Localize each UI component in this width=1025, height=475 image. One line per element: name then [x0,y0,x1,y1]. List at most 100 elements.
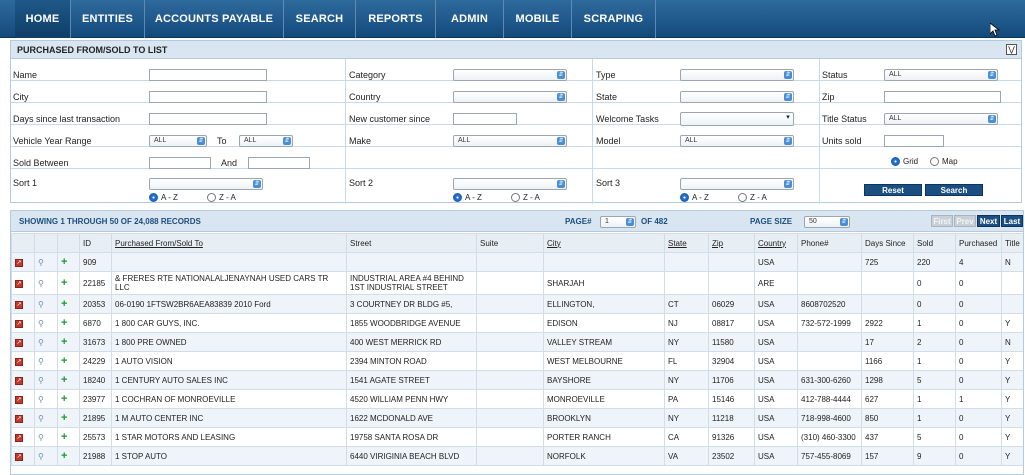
add-cell[interactable]: + [57,408,80,428]
add-icon[interactable]: + [61,374,67,386]
edit-cell[interactable]: ↗ [11,271,35,295]
edit-icon[interactable]: ↗ [15,434,23,442]
new-customer-input[interactable] [453,113,517,125]
magnifier-icon[interactable]: ⚲ [38,300,44,309]
sort1-az-radio[interactable]: A - Z [149,193,178,203]
edit-icon[interactable]: ↗ [15,377,23,385]
state-select[interactable]: ⇵ [680,91,794,103]
view-cell[interactable]: ⚲ [34,370,58,390]
magnifier-icon[interactable]: ⚲ [38,433,44,442]
sold-from-input[interactable] [149,157,211,169]
sort1-za-radio[interactable]: Z - A [207,193,236,203]
view-cell[interactable]: ⚲ [34,332,58,352]
add-cell[interactable]: + [57,294,80,314]
add-icon[interactable]: + [61,355,67,367]
column-header-state[interactable]: State [664,233,709,253]
edit-cell[interactable]: ↗ [11,252,35,272]
sort3-az-radio[interactable]: A - Z [680,193,709,203]
edit-cell[interactable]: ↗ [11,446,35,466]
add-cell[interactable]: + [57,351,80,371]
add-cell[interactable]: + [57,271,80,295]
view-cell[interactable]: ⚲ [34,271,58,295]
last-page-button[interactable]: Last [1001,215,1023,227]
edit-icon[interactable]: ↗ [15,358,23,366]
add-icon[interactable]: + [61,336,67,348]
edit-cell[interactable]: ↗ [11,313,35,333]
collapse-icon[interactable]: ⋁ [1006,44,1017,55]
edit-cell[interactable]: ↗ [11,427,35,447]
add-cell[interactable]: + [57,446,80,466]
edit-icon[interactable]: ↗ [15,320,23,328]
edit-cell[interactable]: ↗ [11,351,35,371]
welcome-tasks-select[interactable]: ▾ [680,112,794,126]
nav-reports[interactable]: REPORTS [356,0,436,38]
view-cell[interactable]: ⚲ [34,313,58,333]
search-button[interactable]: Search [925,184,983,196]
zip-input[interactable] [884,91,1001,103]
column-header-name[interactable]: Purchased From/Sold To [111,233,347,253]
magnifier-icon[interactable]: ⚲ [38,319,44,328]
nav-home[interactable]: HOME [15,0,71,38]
add-icon[interactable]: + [61,256,67,268]
edit-icon[interactable]: ↗ [15,396,23,404]
add-icon[interactable]: + [61,412,67,424]
nav-mobile[interactable]: MOBILE [504,0,572,38]
page-size-select[interactable]: 50 ⇵ [804,216,850,228]
sort2-za-radio[interactable]: Z - A [511,193,540,203]
nav-admin[interactable]: ADMIN [436,0,504,38]
nav-entities[interactable]: ENTITIES [71,0,145,38]
year-from-select[interactable]: ALL ⇵ [149,135,207,147]
view-cell[interactable]: ⚲ [34,252,58,272]
name-input[interactable] [149,69,267,81]
edit-icon[interactable]: ↗ [15,453,23,461]
edit-icon[interactable]: ↗ [15,415,23,423]
first-page-button[interactable]: First [931,215,953,227]
nav-scraping[interactable]: SCRAPING [572,0,656,38]
magnifier-icon[interactable]: ⚲ [38,258,44,267]
view-cell[interactable]: ⚲ [34,351,58,371]
sort1-select[interactable]: ⇵ [149,178,263,190]
view-cell[interactable]: ⚲ [34,446,58,466]
grid-view-radio[interactable]: Grid [891,157,918,167]
add-cell[interactable]: + [57,370,80,390]
sort3-select[interactable]: ⇵ [680,178,794,190]
year-to-select[interactable]: ALL ⇵ [239,135,293,147]
sold-to-input[interactable] [248,157,310,169]
edit-cell[interactable]: ↗ [11,408,35,428]
sort2-az-radio[interactable]: A - Z [453,193,482,203]
column-header-country[interactable]: Country [754,233,798,253]
add-icon[interactable]: + [61,298,67,310]
add-cell[interactable]: + [57,313,80,333]
edit-cell[interactable]: ↗ [11,370,35,390]
page-number-select[interactable]: 1 ⇵ [600,216,636,228]
edit-cell[interactable]: ↗ [11,389,35,409]
title-status-select[interactable]: ALL ⇵ [884,113,998,125]
column-header-zip[interactable]: Zip [708,233,755,253]
category-select[interactable]: ⇵ [453,69,567,81]
sort3-za-radio[interactable]: Z - A [738,193,767,203]
view-cell[interactable]: ⚲ [34,427,58,447]
column-header-city[interactable]: City [543,233,665,253]
add-icon[interactable]: + [61,393,67,405]
view-cell[interactable]: ⚲ [34,389,58,409]
magnifier-icon[interactable]: ⚲ [38,279,44,288]
sort2-select[interactable]: ⇵ [453,178,567,190]
view-cell[interactable]: ⚲ [34,294,58,314]
model-select[interactable]: ALL ⇵ [680,135,794,147]
edit-icon[interactable]: ↗ [15,301,23,309]
days-since-input[interactable] [149,113,267,125]
magnifier-icon[interactable]: ⚲ [38,376,44,385]
magnifier-icon[interactable]: ⚲ [38,452,44,461]
map-view-radio[interactable]: Map [930,157,958,167]
reset-button[interactable]: Reset [864,184,922,196]
edit-cell[interactable]: ↗ [11,294,35,314]
magnifier-icon[interactable]: ⚲ [38,338,44,347]
country-select[interactable]: ⇵ [453,91,567,103]
edit-cell[interactable]: ↗ [11,332,35,352]
edit-icon[interactable]: ↗ [15,259,23,267]
type-select[interactable]: ⇵ [680,69,794,81]
view-cell[interactable]: ⚲ [34,408,58,428]
add-cell[interactable]: + [57,427,80,447]
add-cell[interactable]: + [57,389,80,409]
make-select[interactable]: ALL ⇵ [453,135,567,147]
